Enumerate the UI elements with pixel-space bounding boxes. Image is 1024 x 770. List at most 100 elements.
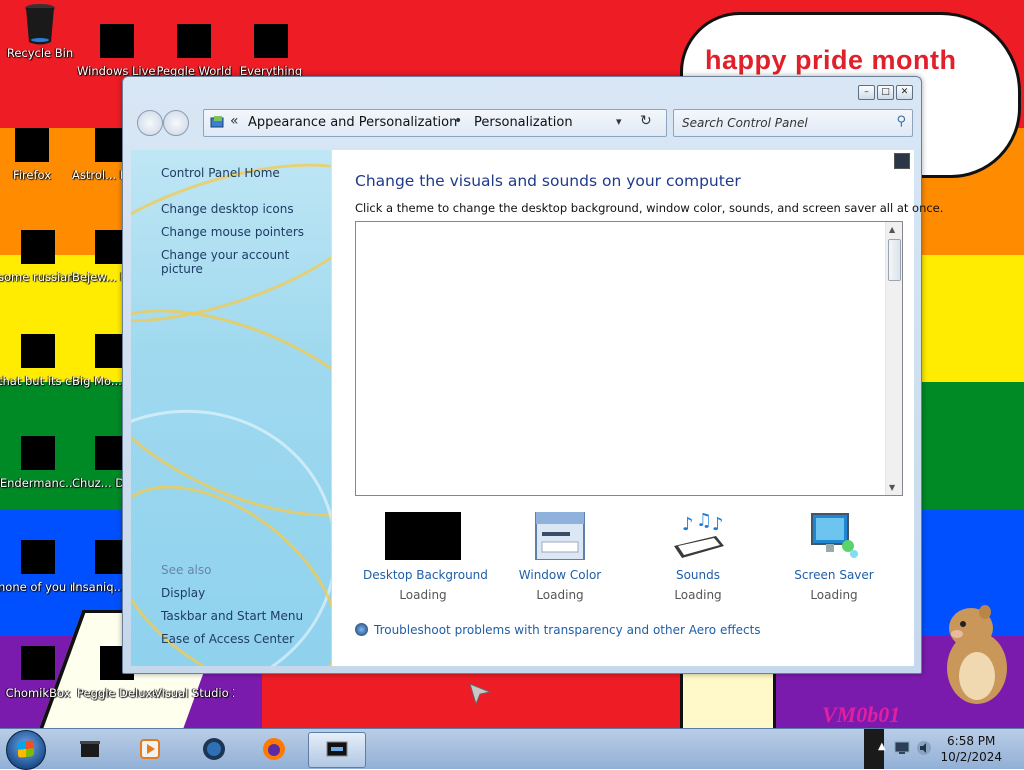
tool-name[interactable]: Sounds	[638, 568, 758, 582]
window-color-icon	[522, 511, 598, 561]
mouse-cursor-icon	[469, 683, 492, 706]
personalization-icon	[326, 741, 348, 757]
display-link[interactable]: Display	[161, 586, 205, 600]
peggle-world-icon	[177, 24, 211, 58]
desktop-background-tool[interactable]: Desktop Background Loading	[363, 512, 488, 602]
address-bar[interactable]: « Appearance and Personalization • Perso…	[203, 109, 667, 137]
change-account-picture-link[interactable]: Change your account picture	[161, 248, 331, 276]
watermark-logo: VM0b01	[822, 702, 901, 727]
clock[interactable]: 6:58 PM 10/2/2024	[940, 733, 1002, 765]
firefox-icon	[263, 738, 285, 760]
tray-expand-icon[interactable]: ▲	[878, 741, 886, 752]
sounds-tool[interactable]: ♪ ♫ ♪ Sounds Loading	[638, 510, 758, 602]
control-panel-home-link[interactable]: Control Panel Home	[161, 166, 280, 180]
taskbar: ▲ 6:58 PM 10/2/2024	[0, 728, 1024, 770]
change-mouse-pointers-link[interactable]: Change mouse pointers	[161, 225, 304, 239]
tool-status: Loading	[399, 588, 447, 602]
theme-list-scrollbar[interactable]: ▲ ▼	[885, 222, 902, 495]
troubleshoot-link[interactable]: Troubleshoot problems with transparency …	[355, 623, 761, 637]
desktop-icon-label: that but its c#	[0, 374, 78, 388]
sounds-icon: ♪ ♫ ♪	[660, 510, 736, 560]
theme-list[interactable]: ▲ ▼	[355, 221, 903, 496]
screen-saver-tool[interactable]: Screen Saver Loading	[774, 512, 894, 602]
desktop-icon-label: Endermanc...	[0, 476, 77, 490]
ease-of-access-link[interactable]: Ease of Access Center	[161, 632, 294, 646]
taskbar-item-media-player[interactable]	[122, 732, 178, 766]
windows-logo-icon	[18, 740, 34, 758]
desktop-icon-peggle-world[interactable]: Peggle World	[154, 6, 234, 79]
volume-icon[interactable]	[916, 740, 932, 756]
desktop-icon-label: none of you retards kno...	[0, 580, 78, 594]
close-button[interactable]: ✕	[896, 85, 913, 100]
everything-icon	[254, 24, 288, 58]
refresh-icon[interactable]: ↻	[640, 113, 652, 129]
scroll-down-icon[interactable]: ▼	[889, 483, 895, 492]
window-color-tool[interactable]: Window Color Loading	[500, 511, 620, 602]
taskbar-item-network[interactable]	[186, 732, 242, 766]
scroll-up-icon[interactable]: ▲	[889, 225, 895, 234]
desktop-icon-firefox[interactable]: Firefox	[0, 128, 72, 183]
scrollbar-thumb[interactable]	[888, 239, 901, 281]
tool-status: Loading	[536, 588, 584, 602]
tool-name[interactable]: Desktop Background	[363, 568, 488, 582]
back-button[interactable]	[137, 110, 163, 136]
desktop-icon-label: Recycle Bin	[6, 46, 74, 60]
tool-name[interactable]: Screen Saver	[774, 568, 894, 582]
desktop-icon-that-but-csharp[interactable]: that but its c#	[0, 334, 78, 389]
bin-icon	[80, 741, 100, 757]
personalization-window[interactable]: – □ ✕ « Appearance and Personalization •…	[122, 76, 943, 674]
file-icon	[21, 540, 55, 574]
desktop-icon-chomikbox[interactable]: ChomikBox	[0, 646, 78, 701]
search-input[interactable]: Search Control Panel ⚲	[673, 109, 913, 137]
taskbar-start-menu-link[interactable]: Taskbar and Start Menu	[161, 609, 303, 623]
svg-text:♪: ♪	[682, 514, 694, 535]
firefox-icon	[15, 128, 49, 162]
desktop-icon-endermanch[interactable]: Endermanc...	[0, 436, 78, 491]
breadcrumb-appearance[interactable]: Appearance and Personalization	[248, 115, 457, 130]
taskbar-item-firefox[interactable]	[246, 732, 302, 766]
tool-name[interactable]: Window Color	[500, 568, 620, 582]
chomikbox-icon	[21, 646, 55, 680]
shortcut-icon	[21, 334, 55, 368]
breadcrumb-separator[interactable]: •	[454, 113, 462, 129]
task-pane: Control Panel Home Change desktop icons …	[131, 150, 331, 666]
forward-button[interactable]	[163, 110, 189, 136]
search-icon[interactable]: ⚲	[896, 114, 906, 129]
troubleshoot-link-text[interactable]: Troubleshoot problems with transparency …	[374, 623, 761, 637]
media-player-icon	[140, 739, 160, 759]
speech-bubble-text: happy pride month	[705, 45, 957, 75]
breadcrumb-personalization[interactable]: Personalization	[474, 115, 573, 130]
desktop-icon-label: some russian ran a rat	[0, 270, 78, 284]
minimize-button[interactable]: –	[858, 85, 875, 100]
svg-text:♪: ♪	[712, 514, 724, 535]
desktop-icon-russian-rat[interactable]: some russian ran a rat	[0, 230, 78, 285]
desktop-icon-label: Peggle Deluxe	[77, 686, 157, 700]
page-title: Change the visuals and sounds on your co…	[355, 172, 741, 190]
desktop-icon-recycle-bin[interactable]: Recycle Bin	[0, 4, 80, 61]
desktop-icon-everything[interactable]: Everything	[231, 6, 311, 79]
help-icon[interactable]	[894, 153, 910, 169]
desktop-icon-windows-live[interactable]: Windows Live Ma...	[77, 6, 157, 79]
address-dropdown-icon[interactable]: ▾	[616, 115, 622, 128]
windows-live-icon	[100, 24, 134, 58]
see-also-heading: See also	[161, 563, 212, 577]
change-desktop-icons-link[interactable]: Change desktop icons	[161, 202, 294, 216]
search-placeholder: Search Control Panel	[682, 116, 808, 130]
main-pane: Change the visuals and sounds on your co…	[332, 150, 943, 666]
taskbar-item-recycle-bin[interactable]	[62, 732, 118, 766]
taskbar-item-personalization[interactable]	[308, 732, 366, 768]
screen-saver-icon	[796, 512, 872, 560]
clock-date: 10/2/2024	[940, 750, 1002, 764]
svg-text:♫: ♫	[696, 512, 712, 531]
network-icon[interactable]	[894, 741, 910, 755]
desktop-icon-label: ChomikBox	[5, 686, 71, 700]
breadcrumb-root-chevron[interactable]: «	[230, 113, 239, 129]
page-description: Click a theme to change the desktop back…	[355, 201, 944, 215]
start-button[interactable]	[6, 730, 46, 770]
desktop-icon-none-of-you[interactable]: none of you retards kno...	[0, 540, 78, 595]
tool-status: Loading	[674, 588, 722, 602]
hamster-image	[947, 605, 1007, 704]
globe-icon	[203, 738, 225, 760]
navigation-bar: « Appearance and Personalization • Perso…	[133, 107, 913, 137]
maximize-button[interactable]: □	[877, 85, 894, 100]
